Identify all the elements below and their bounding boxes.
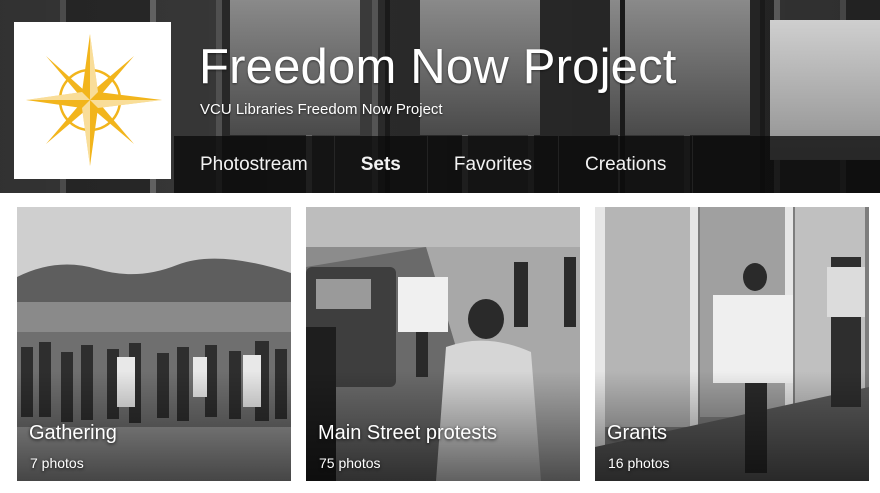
page-title: Freedom Now Project bbox=[199, 40, 677, 94]
set-title: Grants bbox=[607, 422, 668, 444]
set-title: Gathering bbox=[29, 422, 117, 444]
profile-banner: Freedom Now Project VCU Libraries Freedo… bbox=[0, 0, 880, 193]
tab-sets[interactable]: Sets bbox=[335, 136, 428, 193]
tab-favorites[interactable]: Favorites bbox=[428, 136, 560, 193]
set-card-grants[interactable]: Grants 16 photos bbox=[595, 207, 869, 481]
page-subtitle: VCU Libraries Freedom Now Project bbox=[200, 101, 443, 118]
set-photo-count: 75 photos bbox=[319, 455, 381, 471]
profile-avatar[interactable] bbox=[14, 22, 171, 179]
tab-creations[interactable]: Creations bbox=[559, 136, 694, 193]
tab-photostream[interactable]: Photostream bbox=[174, 136, 335, 193]
set-card-main-street-protests[interactable]: Main Street protests 75 photos bbox=[306, 207, 580, 481]
compass-rose-icon bbox=[25, 33, 162, 166]
set-photo-count: 7 photos bbox=[30, 455, 84, 471]
set-photo-count: 16 photos bbox=[608, 455, 670, 471]
profile-tabs: Photostream Sets Favorites Creations bbox=[174, 136, 880, 193]
set-title: Main Street protests bbox=[318, 422, 497, 444]
set-card-gathering[interactable]: Gathering 7 photos bbox=[17, 207, 291, 481]
